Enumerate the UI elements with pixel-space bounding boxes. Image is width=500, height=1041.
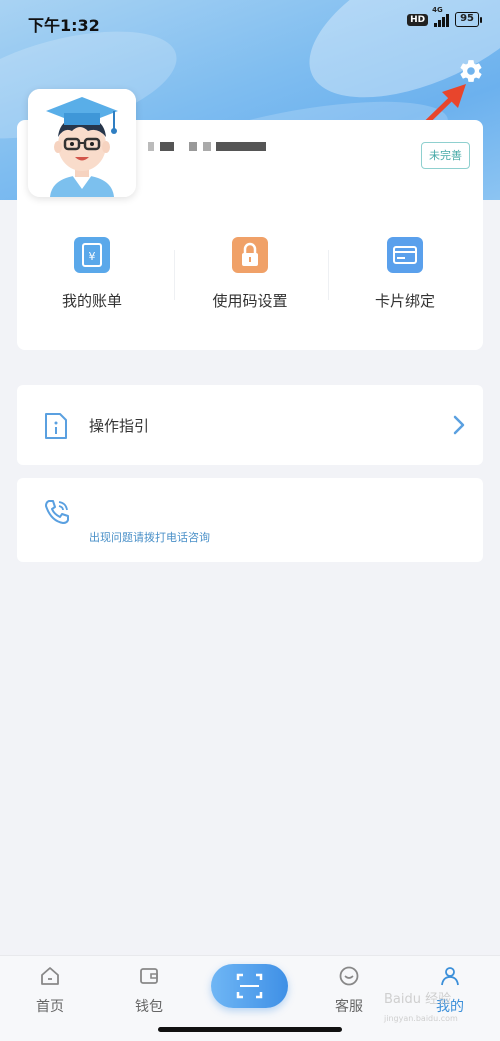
usage-code-settings-button[interactable]: 使用码设置 <box>175 232 325 322</box>
username-masked <box>148 139 266 152</box>
phone-icon <box>45 500 69 524</box>
my-bills-button[interactable]: ¥ 我的账单 <box>17 232 167 322</box>
baidu-watermark: Baidu 经验 <box>384 992 452 1007</box>
card-binding-button[interactable]: 卡片绑定 <box>330 232 480 322</box>
signal-icon: 4G <box>432 6 450 27</box>
status-icons: HD 4G 95 <box>407 6 482 27</box>
tab-home[interactable]: 首页 <box>15 961 85 1016</box>
network-type: 4G <box>432 5 443 14</box>
tab-customer-service-label: 客服 <box>335 999 363 1015</box>
wallet-icon <box>140 968 158 984</box>
hd-icon: HD <box>407 13 429 26</box>
card-icon <box>387 237 423 273</box>
home-icon <box>41 967 59 985</box>
tab-wallet[interactable]: 钱包 <box>114 961 184 1016</box>
divider <box>328 250 329 300</box>
status-bar: 下午1:32 HD 4G 95 <box>0 0 500 44</box>
chevron-right-icon <box>453 415 465 435</box>
battery-icon: 95 <box>455 12 482 27</box>
info-document-icon <box>45 413 67 439</box>
card-binding-label: 卡片绑定 <box>374 292 435 310</box>
phone-contact-card[interactable]: 出现问题请拨打电话咨询 <box>17 478 483 562</box>
tab-customer-service[interactable]: 客服 <box>314 961 384 1016</box>
chat-icon <box>339 966 359 986</box>
my-bills-label: 我的账单 <box>61 292 122 310</box>
graduate-avatar-icon <box>28 89 136 197</box>
baidu-watermark-url: jingyan.baidu.com <box>384 1014 458 1023</box>
person-icon <box>441 967 459 986</box>
status-time: 下午1:32 <box>28 16 100 35</box>
operation-guide-label: 操作指引 <box>89 417 150 435</box>
home-indicator <box>158 1027 342 1032</box>
phone-contact-text: 出现问题请拨打电话咨询 <box>89 531 210 544</box>
scan-button[interactable] <box>211 964 288 1008</box>
usage-code-settings-label: 使用码设置 <box>212 292 288 310</box>
scan-icon <box>236 973 263 999</box>
tab-wallet-label: 钱包 <box>135 999 163 1015</box>
lock-icon <box>232 237 268 273</box>
tab-home-label: 首页 <box>36 999 64 1015</box>
bill-icon: ¥ <box>74 237 110 273</box>
incomplete-profile-button[interactable]: 未完善 <box>421 142 470 169</box>
battery-level: 95 <box>455 12 479 27</box>
svg-text:¥: ¥ <box>89 250 96 263</box>
avatar[interactable] <box>28 89 136 197</box>
operation-guide-row[interactable]: 操作指引 <box>17 385 483 465</box>
